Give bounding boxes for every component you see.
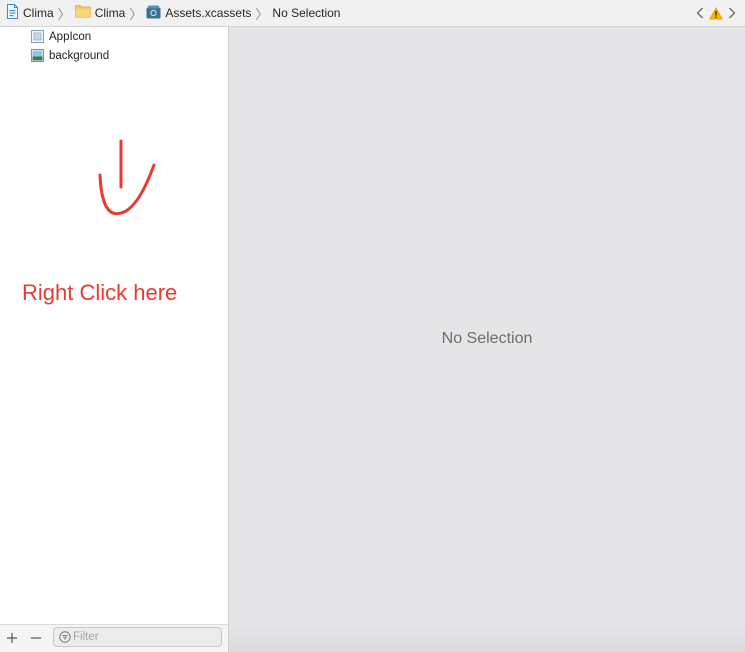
breadcrumb: Clima 〉 Clima 〉 Assets.xcassets 〉 No Sel… <box>6 0 340 26</box>
list-item-background[interactable]: background <box>31 46 109 65</box>
annotation-label: Right Click here <box>22 280 178 305</box>
filter-field[interactable] <box>53 627 222 647</box>
breadcrumb-separator: 〉 <box>129 6 143 22</box>
folder-icon <box>74 5 91 21</box>
back-chevron-icon[interactable] <box>693 5 707 21</box>
forward-chevron-icon[interactable] <box>725 5 739 21</box>
editor-bottom-bar <box>229 624 745 652</box>
remove-button[interactable] <box>28 629 44 647</box>
project-file-icon <box>6 4 19 22</box>
plus-icon <box>7 633 17 643</box>
breadcrumb-separator: 〉 <box>255 6 269 22</box>
breadcrumb-asset-catalog-label: Assets.xcassets <box>165 6 252 20</box>
jump-bar: Clima 〉 Clima 〉 Assets.xcassets 〉 No Sel… <box>0 0 745 27</box>
breadcrumb-selection-label: No Selection <box>272 6 341 20</box>
filter-input[interactable] <box>71 631 213 643</box>
empty-state-label: No Selection <box>441 330 533 347</box>
breadcrumb-project[interactable]: Clima <box>6 4 54 22</box>
list-item-label: background <box>49 49 110 62</box>
jump-bar-controls <box>693 0 739 26</box>
breadcrumb-separator: 〉 <box>57 6 71 22</box>
navigator-bottom-bar <box>0 624 228 652</box>
filter-icon <box>59 631 71 643</box>
warning-icon[interactable] <box>709 5 723 21</box>
minus-icon <box>31 637 41 639</box>
list-item-label: AppIcon <box>49 30 92 43</box>
breadcrumb-asset-catalog[interactable]: Assets.xcassets <box>146 5 251 22</box>
breadcrumb-group-label: Clima <box>94 6 126 20</box>
breadcrumb-group[interactable]: Clima <box>74 5 126 21</box>
list-item-appicon[interactable]: AppIcon <box>31 27 91 46</box>
asset-catalog-icon <box>146 5 161 22</box>
breadcrumb-selection[interactable]: No Selection <box>272 6 340 20</box>
image-set-icon <box>31 49 44 62</box>
down-arrow-annotation <box>90 137 160 222</box>
add-button[interactable] <box>4 629 20 647</box>
breadcrumb-project-label: Clima <box>23 6 54 20</box>
asset-navigator[interactable]: AppIcon background Right Click here <box>0 27 228 624</box>
app-icon-set-icon <box>31 30 44 43</box>
asset-editor[interactable]: No Selection <box>229 27 745 652</box>
